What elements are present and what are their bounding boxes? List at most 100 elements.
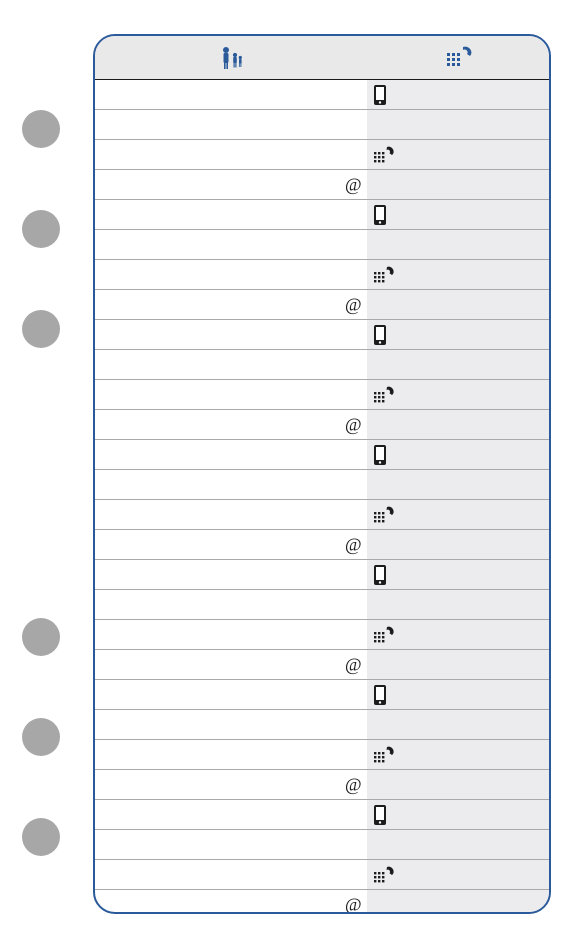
phone-cell xyxy=(367,320,549,349)
at-icon: @ xyxy=(345,895,362,915)
at-icon: @ xyxy=(345,414,362,435)
mobile-icon xyxy=(373,804,389,826)
phone-cell xyxy=(367,770,549,799)
name-cell xyxy=(95,860,367,889)
name-cell xyxy=(95,560,367,589)
landline-icon xyxy=(373,746,395,764)
mobile-icon xyxy=(373,684,389,706)
entry-row xyxy=(95,740,549,770)
phone-cell xyxy=(367,830,549,859)
landline-icon xyxy=(373,266,395,284)
entry-row xyxy=(95,710,549,740)
phone-cell xyxy=(367,860,549,889)
name-cell xyxy=(95,260,367,289)
column-header xyxy=(95,36,549,80)
phone-cell xyxy=(367,530,549,559)
name-cell xyxy=(95,230,367,259)
phone-cell xyxy=(367,260,549,289)
entry-row: @ xyxy=(95,170,549,200)
name-cell xyxy=(95,350,367,379)
phone-cell xyxy=(367,230,549,259)
mobile-icon xyxy=(373,564,389,586)
entry-row: @ xyxy=(95,410,549,440)
phone-cell xyxy=(367,380,549,409)
name-cell xyxy=(95,110,367,139)
entry-row xyxy=(95,800,549,830)
at-icon: @ xyxy=(345,294,362,315)
mobile-icon xyxy=(373,444,389,466)
header-phone-column xyxy=(367,36,549,79)
entry-row: @ xyxy=(95,290,549,320)
at-icon: @ xyxy=(345,174,362,195)
phone-cell xyxy=(367,200,549,229)
name-cell: @ xyxy=(95,530,367,559)
entry-row: @ xyxy=(95,650,549,680)
name-cell xyxy=(95,830,367,859)
name-cell xyxy=(95,380,367,409)
binder-hole xyxy=(22,210,60,248)
name-cell xyxy=(95,470,367,499)
name-cell xyxy=(95,440,367,469)
name-cell: @ xyxy=(95,170,367,199)
binder-hole xyxy=(22,110,60,148)
binder-hole xyxy=(22,818,60,856)
name-cell xyxy=(95,620,367,649)
phone-cell xyxy=(367,410,549,439)
entry-rows: @ @ xyxy=(95,80,549,912)
name-cell xyxy=(95,740,367,769)
binder-hole xyxy=(22,310,60,348)
entry-row xyxy=(95,470,549,500)
name-cell xyxy=(95,680,367,709)
mobile-icon xyxy=(373,324,389,346)
phone-cell xyxy=(367,290,549,319)
binder-hole xyxy=(22,718,60,756)
phone-cell xyxy=(367,890,549,914)
phone-cell xyxy=(367,170,549,199)
entry-row xyxy=(95,680,549,710)
entry-row xyxy=(95,500,549,530)
address-page: @ @ xyxy=(93,34,551,914)
header-name-column xyxy=(95,36,367,79)
phone-cell xyxy=(367,440,549,469)
binder-hole xyxy=(22,618,60,656)
entry-row xyxy=(95,350,549,380)
dialpad-phone-icon xyxy=(441,45,475,71)
phone-cell xyxy=(367,740,549,769)
people-icon xyxy=(216,45,246,71)
entry-row xyxy=(95,110,549,140)
phone-cell xyxy=(367,110,549,139)
at-icon: @ xyxy=(345,654,362,675)
name-cell xyxy=(95,500,367,529)
name-cell xyxy=(95,80,367,109)
entry-row xyxy=(95,590,549,620)
name-cell xyxy=(95,140,367,169)
name-cell: @ xyxy=(95,290,367,319)
phone-cell xyxy=(367,560,549,589)
landline-icon xyxy=(373,626,395,644)
name-cell: @ xyxy=(95,650,367,679)
at-icon: @ xyxy=(345,774,362,795)
entry-row xyxy=(95,200,549,230)
name-cell xyxy=(95,800,367,829)
entry-row xyxy=(95,320,549,350)
phone-cell xyxy=(367,680,549,709)
phone-cell xyxy=(367,620,549,649)
landline-icon xyxy=(373,386,395,404)
name-cell xyxy=(95,200,367,229)
name-cell xyxy=(95,320,367,349)
entry-row xyxy=(95,260,549,290)
phone-cell xyxy=(367,650,549,679)
name-cell xyxy=(95,590,367,619)
entry-row xyxy=(95,560,549,590)
mobile-icon xyxy=(373,84,389,106)
entry-row: @ xyxy=(95,770,549,800)
phone-cell xyxy=(367,800,549,829)
phone-cell xyxy=(367,140,549,169)
name-cell: @ xyxy=(95,410,367,439)
landline-icon xyxy=(373,506,395,524)
entry-row: @ xyxy=(95,530,549,560)
name-cell: @ xyxy=(95,890,367,914)
landline-icon xyxy=(373,146,395,164)
phone-cell xyxy=(367,590,549,619)
at-icon: @ xyxy=(345,534,362,555)
